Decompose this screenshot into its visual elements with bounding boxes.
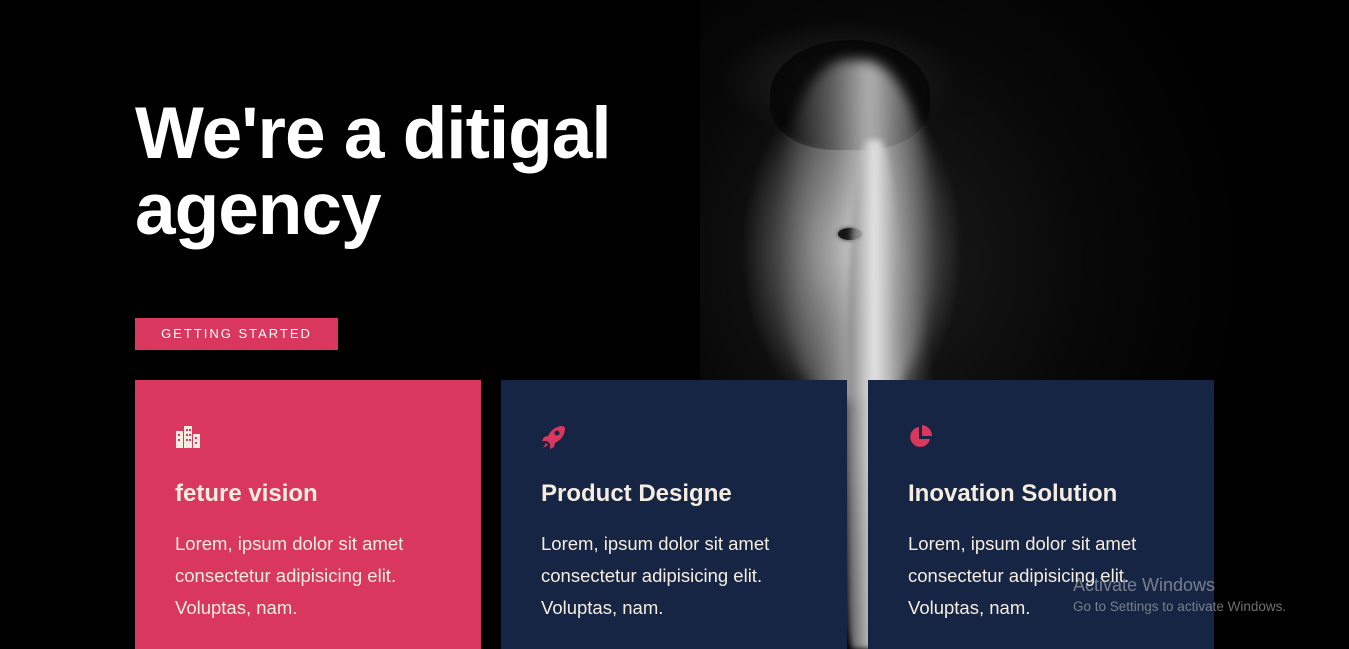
watermark-subtitle: Go to Settings to activate Windows. — [1073, 599, 1287, 614]
rocket-icon — [541, 424, 567, 450]
feature-card-product: Product Designe Lorem, ipsum dolor sit a… — [501, 380, 847, 649]
card-title: feture vision — [175, 480, 318, 507]
feature-card-vision: feture vision Lorem, ipsum dolor sit ame… — [135, 380, 481, 649]
pie-chart-icon — [908, 424, 934, 450]
hero-section: We're a ditigal agency GETTING STARTED f… — [0, 0, 1349, 649]
hero-headline: We're a ditigal agency — [135, 93, 612, 250]
card-title: Inovation Solution — [908, 480, 1118, 507]
windows-activation-watermark: Activate Windows Go to Settings to activ… — [1073, 574, 1286, 616]
watermark-title: Activate Windows — [1073, 575, 1216, 595]
getting-started-button[interactable]: GETTING STARTED — [135, 318, 338, 350]
card-text: Lorem, ipsum dolor sit amet consectetur … — [541, 533, 770, 618]
buildings-icon — [175, 424, 201, 450]
card-title: Product Designe — [541, 480, 732, 507]
card-text: Lorem, ipsum dolor sit amet consectetur … — [175, 533, 404, 618]
